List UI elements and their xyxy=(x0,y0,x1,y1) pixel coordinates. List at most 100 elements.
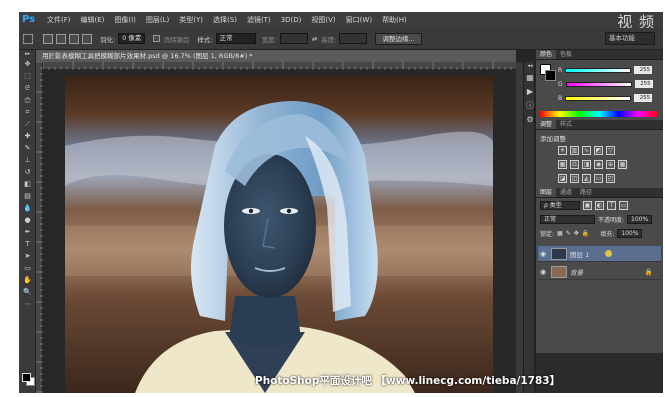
hue-saturation-icon[interactable]: ▦ xyxy=(558,160,567,169)
eraser-tool-icon[interactable]: ◧ xyxy=(19,178,36,190)
layer-row[interactable]: ◉ 图层 1 xyxy=(538,246,661,262)
menu-layer[interactable]: 图层(L) xyxy=(141,12,174,28)
properties-panel-icon[interactable]: ⓘ xyxy=(524,98,536,112)
pen-tool-icon[interactable]: ✒ xyxy=(19,226,36,238)
height-input[interactable] xyxy=(339,33,368,44)
antialias-checkbox[interactable] xyxy=(153,35,161,42)
blur-tool-icon[interactable]: 💧 xyxy=(19,202,36,214)
lock-pixels-icon[interactable]: ▦ xyxy=(557,230,563,237)
lock-paint-icon[interactable]: ✎ xyxy=(566,230,571,237)
actions-panel-icon[interactable]: ▶ xyxy=(524,84,536,98)
black-white-icon[interactable]: ◨ xyxy=(582,160,591,169)
fill-input[interactable]: 100% xyxy=(617,229,643,238)
visibility-eye-icon[interactable]: ◉ xyxy=(538,250,548,258)
color-balance-icon[interactable]: ⚖ xyxy=(570,160,579,169)
channel-r-slider[interactable] xyxy=(565,67,632,73)
layer-row[interactable]: ◉ 背景 🔒 xyxy=(538,264,661,280)
menu-edit[interactable]: 编辑(E) xyxy=(76,12,110,28)
intersect-selection-icon[interactable] xyxy=(82,33,92,44)
toolbar-collapse-icon[interactable]: ▸▸ xyxy=(19,50,36,58)
lasso-tool-icon[interactable]: ᘓ xyxy=(19,82,36,94)
menu-file[interactable]: 文件(F) xyxy=(42,12,76,28)
swap-icon[interactable]: ⇄ xyxy=(312,35,317,43)
layer-name[interactable]: 背景 xyxy=(570,267,583,277)
channel-b-value[interactable]: 255 xyxy=(634,94,653,102)
tab-paths[interactable]: 路径 xyxy=(576,188,596,197)
exposure-icon[interactable]: ◩ xyxy=(594,146,603,155)
layer-name[interactable]: 图层 1 xyxy=(570,249,589,259)
style-select[interactable]: 正常 xyxy=(215,33,256,44)
channel-mixer-icon[interactable]: ⊕ xyxy=(606,160,615,169)
crop-tool-icon[interactable]: ⌗ xyxy=(19,106,36,118)
filter-adjust-icon[interactable]: ◐ xyxy=(595,201,604,210)
invert-icon[interactable]: ◪ xyxy=(558,174,567,183)
color-lookup-icon[interactable]: ▦ xyxy=(618,160,627,169)
new-selection-icon[interactable] xyxy=(43,33,53,44)
filter-shape-icon[interactable]: ▭ xyxy=(619,201,628,210)
path-select-icon[interactable]: ➤ xyxy=(19,250,36,262)
menu-image[interactable]: 图像(I) xyxy=(109,12,141,28)
dock-collapse-icon[interactable]: ◂◂ xyxy=(524,62,536,70)
selective-color-icon[interactable]: ◰ xyxy=(606,174,615,183)
filter-type-icon[interactable]: T xyxy=(607,201,616,210)
document-tab[interactable]: 用於影表模糊工具把模糊部片效果材.psd @ 16.7% (图层 1, RGB/… xyxy=(36,50,516,62)
menu-view[interactable]: 视图(V) xyxy=(306,12,340,28)
lock-all-icon[interactable]: 🔒 xyxy=(582,230,589,237)
menu-window[interactable]: 窗口(W) xyxy=(341,12,377,28)
gradient-map-icon[interactable]: ▭ xyxy=(594,174,603,183)
channel-g-value[interactable]: 255 xyxy=(634,80,653,88)
menu-type[interactable]: 类型(Y) xyxy=(174,12,208,28)
curves-icon[interactable]: ∿ xyxy=(582,146,591,155)
tab-layers[interactable]: 图层 xyxy=(536,188,557,197)
document-canvas[interactable] xyxy=(65,76,493,393)
shape-tool-icon[interactable]: ▭ xyxy=(19,262,36,274)
color-bg-swatch[interactable] xyxy=(545,70,556,81)
tab-color[interactable]: 颜色 xyxy=(536,50,557,59)
color-spectrum-bar[interactable] xyxy=(540,111,658,117)
menu-filter[interactable]: 滤镜(T) xyxy=(242,12,276,28)
menu-select[interactable]: 选择(S) xyxy=(208,12,242,28)
feather-input[interactable]: 0 像素 xyxy=(118,33,146,44)
brightness-icon[interactable]: ☀ xyxy=(558,146,567,155)
visibility-eye-icon[interactable]: ◉ xyxy=(538,268,548,276)
tab-channels[interactable]: 通道 xyxy=(556,188,576,197)
history-brush-icon[interactable]: ↺ xyxy=(19,166,36,178)
marquee-tool-icon[interactable] xyxy=(23,33,33,44)
magic-wand-icon[interactable]: ⚝ xyxy=(19,94,36,106)
gradient-tool-icon[interactable]: ▤ xyxy=(19,190,36,202)
hand-tool-icon[interactable]: ✋ xyxy=(19,274,36,286)
opacity-input[interactable]: 100% xyxy=(627,215,653,224)
foreground-color-swatch[interactable] xyxy=(22,373,31,382)
brush-tool-icon[interactable]: ✎ xyxy=(19,142,36,154)
marquee-tool-icon[interactable]: ⬚ xyxy=(19,70,36,82)
levels-icon[interactable]: ▥ xyxy=(570,146,579,155)
filter-pixel-icon[interactable]: ▣ xyxy=(583,201,592,210)
dodge-tool-icon[interactable]: ● xyxy=(19,214,36,226)
lock-move-icon[interactable]: ✥ xyxy=(574,230,579,237)
vibrance-icon[interactable]: ▽ xyxy=(606,146,615,155)
tab-styles[interactable]: 样式 xyxy=(556,120,576,129)
healing-brush-icon[interactable]: ✚ xyxy=(19,130,36,142)
layer-kind-filter[interactable]: ρ 类型 xyxy=(540,201,580,210)
width-input[interactable] xyxy=(279,33,308,44)
menu-3d[interactable]: 3D(D) xyxy=(276,12,307,28)
move-tool-icon[interactable]: ✥ xyxy=(19,58,36,70)
clone-stamp-icon[interactable]: ⊥ xyxy=(19,154,36,166)
workspace-select[interactable]: 基本功能 xyxy=(605,32,655,45)
subtract-selection-icon[interactable] xyxy=(69,33,79,44)
history-panel-icon[interactable]: ▦ xyxy=(524,70,536,84)
channel-g-slider[interactable] xyxy=(565,81,632,87)
canvas-scrollbar[interactable] xyxy=(516,62,523,393)
blend-mode-select[interactable]: 正常 xyxy=(540,215,595,224)
zoom-tool-icon[interactable]: 🔍 xyxy=(19,286,36,298)
photo-filter-icon[interactable]: ◉ xyxy=(594,160,603,169)
tab-swatches[interactable]: 色板 xyxy=(556,50,576,59)
menu-help[interactable]: 帮助(H) xyxy=(377,12,412,28)
more-tools-icon[interactable]: ⋯ xyxy=(19,298,36,310)
refine-edge-button[interactable]: 调整边缘... xyxy=(375,32,422,45)
add-selection-icon[interactable] xyxy=(56,33,66,44)
tab-adjustments[interactable]: 调整 xyxy=(536,120,557,129)
channel-r-value[interactable]: 255 xyxy=(634,66,653,74)
channel-b-slider[interactable] xyxy=(565,95,632,101)
posterize-icon[interactable]: ◫ xyxy=(570,174,579,183)
